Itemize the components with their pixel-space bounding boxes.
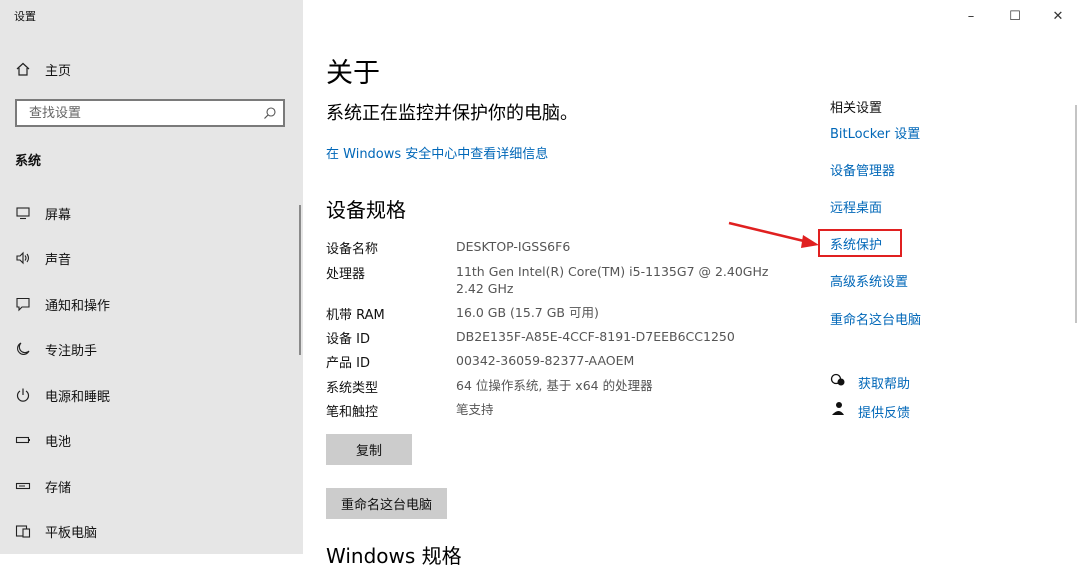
search-input[interactable] [27, 105, 251, 122]
moon-icon [14, 340, 32, 358]
sidebar-item-focus-assist[interactable]: 专注助手 [14, 337, 97, 361]
spec-value: 00342-36059-82377-AAOEM [456, 353, 635, 368]
maximize-icon: ☐ [1009, 8, 1021, 24]
copy-button[interactable]: 复制 [326, 434, 412, 465]
highlight-box [818, 229, 902, 257]
get-help-link[interactable]: 获取帮助 [858, 373, 910, 392]
spec-label: 处理器 [326, 267, 366, 282]
feedback-icon [830, 401, 846, 421]
sidebar-item-battery[interactable]: 电池 [14, 428, 71, 452]
sidebar-item-label: 平板电脑 [45, 525, 98, 541]
spec-label: 产品 ID [326, 356, 370, 371]
get-help-row[interactable]: 获取帮助 [830, 372, 910, 392]
spec-value-line2: 2.42 GHz [456, 281, 514, 296]
spec-value: 11th Gen Intel(R) Core(TM) i5-1135G7 @ 2… [456, 264, 769, 279]
advanced-system-settings-link[interactable]: 高级系统设置 [830, 271, 908, 290]
power-icon [14, 386, 32, 404]
storage-icon [14, 477, 32, 495]
annotation-arrow [728, 221, 819, 248]
sidebar-item-label: 屏幕 [45, 207, 72, 223]
windows-specs-title: Windows 规格 [326, 544, 462, 568]
spec-value: 64 位操作系统, 基于 x64 的处理器 [456, 378, 653, 393]
spec-label: 设备名称 [326, 242, 379, 257]
minimize-icon: – [967, 8, 975, 24]
protection-status: 系统正在监控并保护你的电脑。 [326, 103, 578, 124]
sidebar-item-sound[interactable]: 声音 [14, 246, 71, 270]
device-manager-link[interactable]: 设备管理器 [830, 160, 895, 179]
remote-desktop-link[interactable]: 远程桌面 [830, 197, 882, 216]
close-button[interactable]: ✕ [1048, 6, 1068, 26]
sidebar-item-home[interactable]: 主页 [14, 57, 71, 81]
notification-icon [14, 295, 32, 313]
sidebar-item-tablet[interactable]: 平板电脑 [14, 519, 97, 543]
sidebar: 设置 主页 系统 屏幕 声音 通知和操作 专注助手 [0, 0, 303, 554]
sidebar-item-label: 主页 [45, 63, 72, 79]
spec-value: 笔支持 [456, 402, 494, 417]
minimize-button[interactable]: – [961, 6, 981, 26]
tablet-icon [14, 522, 32, 540]
spec-label: 机带 RAM [326, 308, 385, 323]
sidebar-item-storage[interactable]: 存储 [14, 474, 71, 498]
sidebar-item-display[interactable]: 屏幕 [14, 201, 71, 225]
security-center-link[interactable]: 在 Windows 安全中心中查看详细信息 [326, 143, 548, 162]
search-box[interactable] [15, 99, 285, 127]
sidebar-item-label: 声音 [45, 252, 72, 268]
rename-pc-link[interactable]: 重命名这台电脑 [830, 309, 921, 328]
sidebar-item-label: 电源和睡眠 [45, 389, 111, 405]
sidebar-item-power-sleep[interactable]: 电源和睡眠 [14, 383, 110, 407]
maximize-button[interactable]: ☐ [1005, 6, 1025, 26]
battery-icon [14, 431, 32, 449]
close-icon: ✕ [1052, 8, 1064, 24]
page-title: 关于 [326, 58, 380, 89]
help-icon [830, 372, 846, 392]
bitlocker-link[interactable]: BitLocker 设置 [830, 123, 920, 142]
sidebar-item-notifications[interactable]: 通知和操作 [14, 292, 110, 316]
sidebar-scrollbar[interactable] [299, 205, 301, 355]
speaker-icon [14, 249, 32, 267]
search-icon[interactable] [263, 106, 277, 124]
spec-label: 系统类型 [326, 381, 379, 396]
rename-pc-button[interactable]: 重命名这台电脑 [326, 488, 447, 519]
feedback-link[interactable]: 提供反馈 [858, 402, 910, 421]
sidebar-item-label: 电池 [45, 434, 72, 450]
home-icon [14, 60, 32, 78]
related-settings-title: 相关设置 [830, 101, 883, 116]
spec-label: 设备 ID [326, 332, 370, 347]
spec-value: 16.0 GB (15.7 GB 可用) [456, 305, 599, 320]
window-title: 设置 [14, 10, 36, 23]
feedback-row[interactable]: 提供反馈 [830, 401, 910, 421]
sidebar-item-label: 专注助手 [45, 343, 98, 359]
specs-title: 设备规格 [326, 198, 406, 222]
spec-label: 笔和触控 [326, 405, 379, 420]
monitor-icon [14, 204, 32, 222]
spec-value: DB2E135F-A85E-4CCF-8191-D7EEB6CC1250 [456, 329, 735, 344]
sidebar-item-label: 存储 [45, 480, 72, 496]
main-scrollbar[interactable] [1075, 105, 1077, 323]
section-title: 系统 [15, 154, 42, 169]
spec-value: DESKTOP-IGSS6F6 [456, 239, 571, 254]
sidebar-item-label: 通知和操作 [45, 298, 111, 314]
